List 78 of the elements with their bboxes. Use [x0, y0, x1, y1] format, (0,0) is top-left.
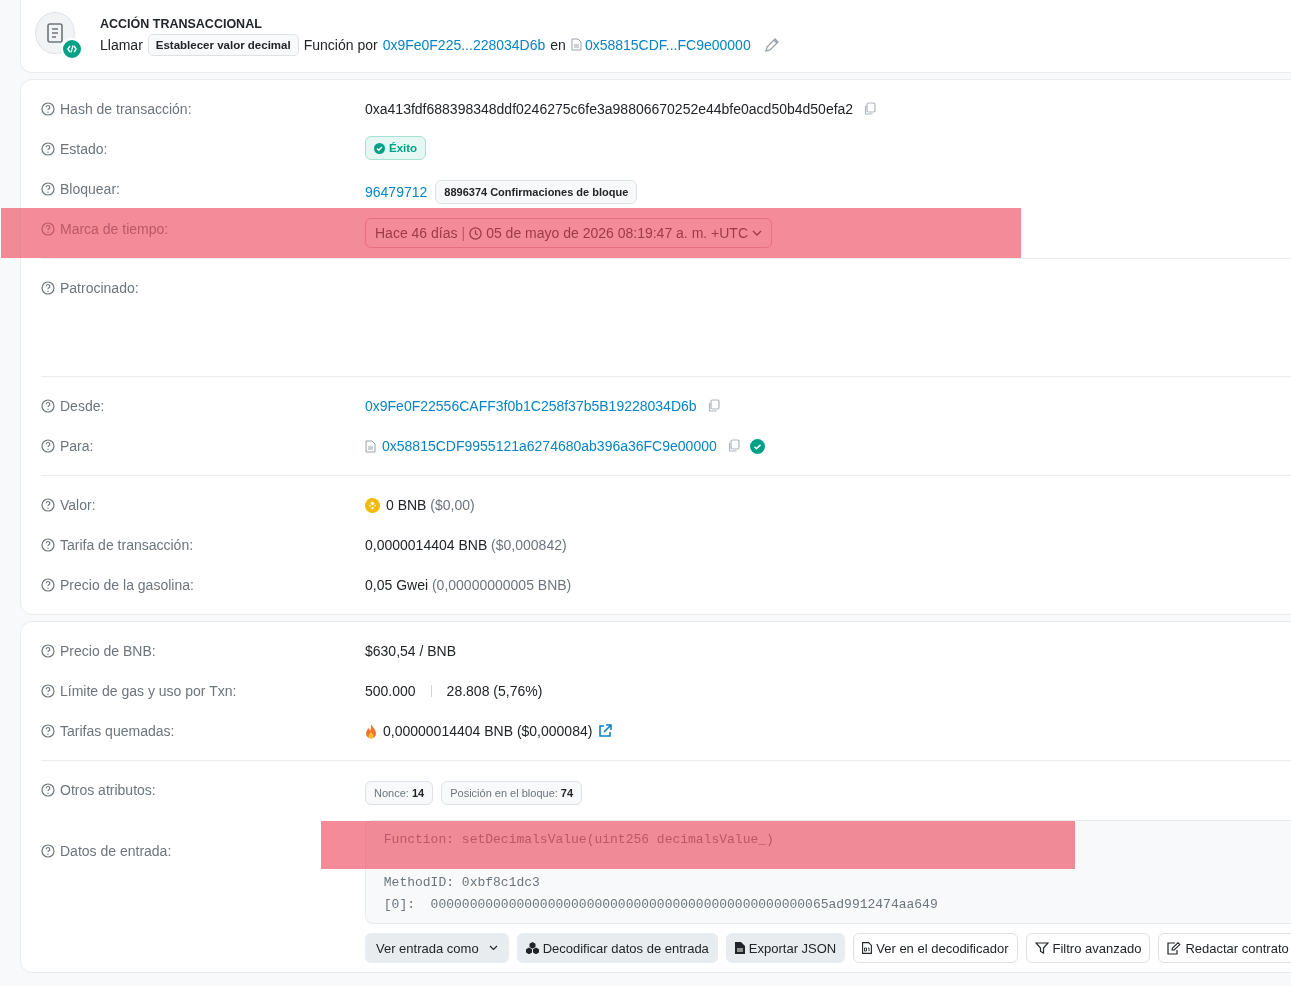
action-button[interactable]: Ver en el decodificador	[853, 933, 1018, 963]
action-button[interactable]: Decodificar datos de entrada	[516, 933, 718, 963]
field-label: Hash de transacción:	[60, 101, 192, 117]
help-icon[interactable]	[41, 182, 55, 196]
action-button[interactable]: Filtro avanzado	[1025, 933, 1151, 963]
action-verb: Llamar	[100, 36, 143, 53]
help-icon[interactable]	[41, 142, 55, 156]
gas-usage: 28.808 (5,76%)	[446, 683, 543, 699]
help-icon[interactable]	[41, 644, 55, 658]
field-label: Para:	[60, 438, 94, 454]
value-text: 0,0000014404 BNB ($0,000842)	[365, 537, 567, 553]
method-badge: Establecer valor decimal	[147, 33, 299, 56]
help-icon[interactable]	[41, 439, 55, 453]
field-label: Bloquear:	[60, 181, 120, 197]
action-button[interactable]: Redactar contrato	[1158, 933, 1291, 963]
help-icon[interactable]	[41, 844, 55, 858]
action-button[interactable]: Exportar JSON	[725, 933, 846, 963]
confirmations-badge: 8896374 Confirmaciones de bloque	[435, 180, 638, 204]
status-badge: Éxito	[365, 136, 427, 160]
gas-limit: 500.000	[365, 683, 416, 699]
cubes-icon	[525, 942, 539, 954]
filter-icon	[1034, 942, 1049, 954]
help-icon[interactable]	[41, 783, 55, 797]
contract-link[interactable]: 0x58815CDF...FC9e00000	[584, 36, 751, 53]
in-label: en	[550, 36, 566, 53]
flame-icon	[365, 723, 377, 739]
help-icon[interactable]	[41, 281, 55, 295]
file-icon	[365, 439, 376, 453]
help-icon[interactable]	[41, 578, 55, 592]
separator: |	[461, 225, 466, 241]
value-text: 0,05 Gwei (0,00000000005 BNB)	[365, 577, 572, 593]
help-icon[interactable]	[41, 102, 55, 116]
burnt-fee: 0,00000014404 BNB ($0,000084)	[383, 723, 593, 739]
chevron-down-icon	[488, 945, 498, 951]
file-icon	[570, 38, 582, 51]
code-line: [0]: 000000000000000000000000000000000000000000000000065ad9912474aa649	[383, 896, 938, 912]
file-icon	[862, 942, 873, 954]
coin-icon	[365, 497, 380, 513]
help-icon[interactable]	[41, 684, 55, 698]
address-link[interactable]: 0x9Fe0F225...228034D6b	[382, 36, 546, 53]
transaction-hash: 0xa413fdf688398348ddf0246275c6fe3a98806670252e44bfe0acd50b4d50efa2	[365, 101, 854, 117]
file-icon	[734, 942, 745, 954]
help-icon[interactable]	[41, 399, 55, 413]
block-link[interactable]: 96479712	[365, 184, 428, 200]
action-title: ACCIÓN TRANSACCIONAL	[100, 16, 263, 31]
field-label: Marca de tiempo:	[60, 221, 169, 237]
field-label: Tarifa de transacción:	[60, 537, 194, 553]
edit-icon[interactable]	[763, 36, 780, 53]
field-label: Otros atributos:	[60, 782, 156, 798]
chevron-down-icon[interactable]	[752, 230, 763, 236]
by-label: Función por	[303, 36, 378, 53]
external-link-icon[interactable]	[598, 724, 613, 738]
field-label: Límite de gas y uso por Txn:	[60, 683, 237, 699]
field-label: Datos de entrada:	[60, 843, 172, 859]
clock-icon	[469, 226, 483, 240]
field-label: Precio de BNB:	[60, 643, 156, 659]
help-icon[interactable]	[41, 498, 55, 512]
dropdown-button[interactable]: Ver entrada como	[365, 933, 509, 963]
value-text: 0 BNB ($0,00)	[386, 497, 475, 513]
help-icon[interactable]	[41, 538, 55, 552]
help-icon[interactable]	[41, 724, 55, 738]
age-text: Hace 46 días	[375, 225, 458, 241]
document-icon	[35, 12, 75, 54]
field-label: Desde:	[60, 398, 105, 414]
attribute-tag: Posición en el bloque: 74	[441, 781, 583, 805]
value-text: $630,54 / BNB	[365, 643, 457, 659]
code-line: MethodID: 0xbf8c1dc3	[383, 875, 540, 890]
field-label: Valor:	[60, 497, 96, 513]
field-label: Tarifas quemadas:	[60, 723, 175, 739]
field-label: Precio de la gasolina:	[60, 577, 194, 593]
address-link[interactable]: 0x9Fe0F22556CAFF3f0b1C258f37b5B19228034D6b	[365, 398, 697, 414]
field-label: Patrocinado:	[60, 280, 139, 296]
attribute-tag: Nonce: 14	[365, 781, 434, 805]
edit-icon	[1167, 941, 1182, 955]
code-icon	[61, 38, 83, 60]
field-label: Estado:	[60, 141, 108, 157]
timestamp-text: 05 de mayo de 2026 08:19:47 a. m. +UTC	[486, 225, 749, 241]
contract-link[interactable]: 0x58815CDF9955121a6274680ab396a36FC9e00000	[382, 438, 717, 454]
